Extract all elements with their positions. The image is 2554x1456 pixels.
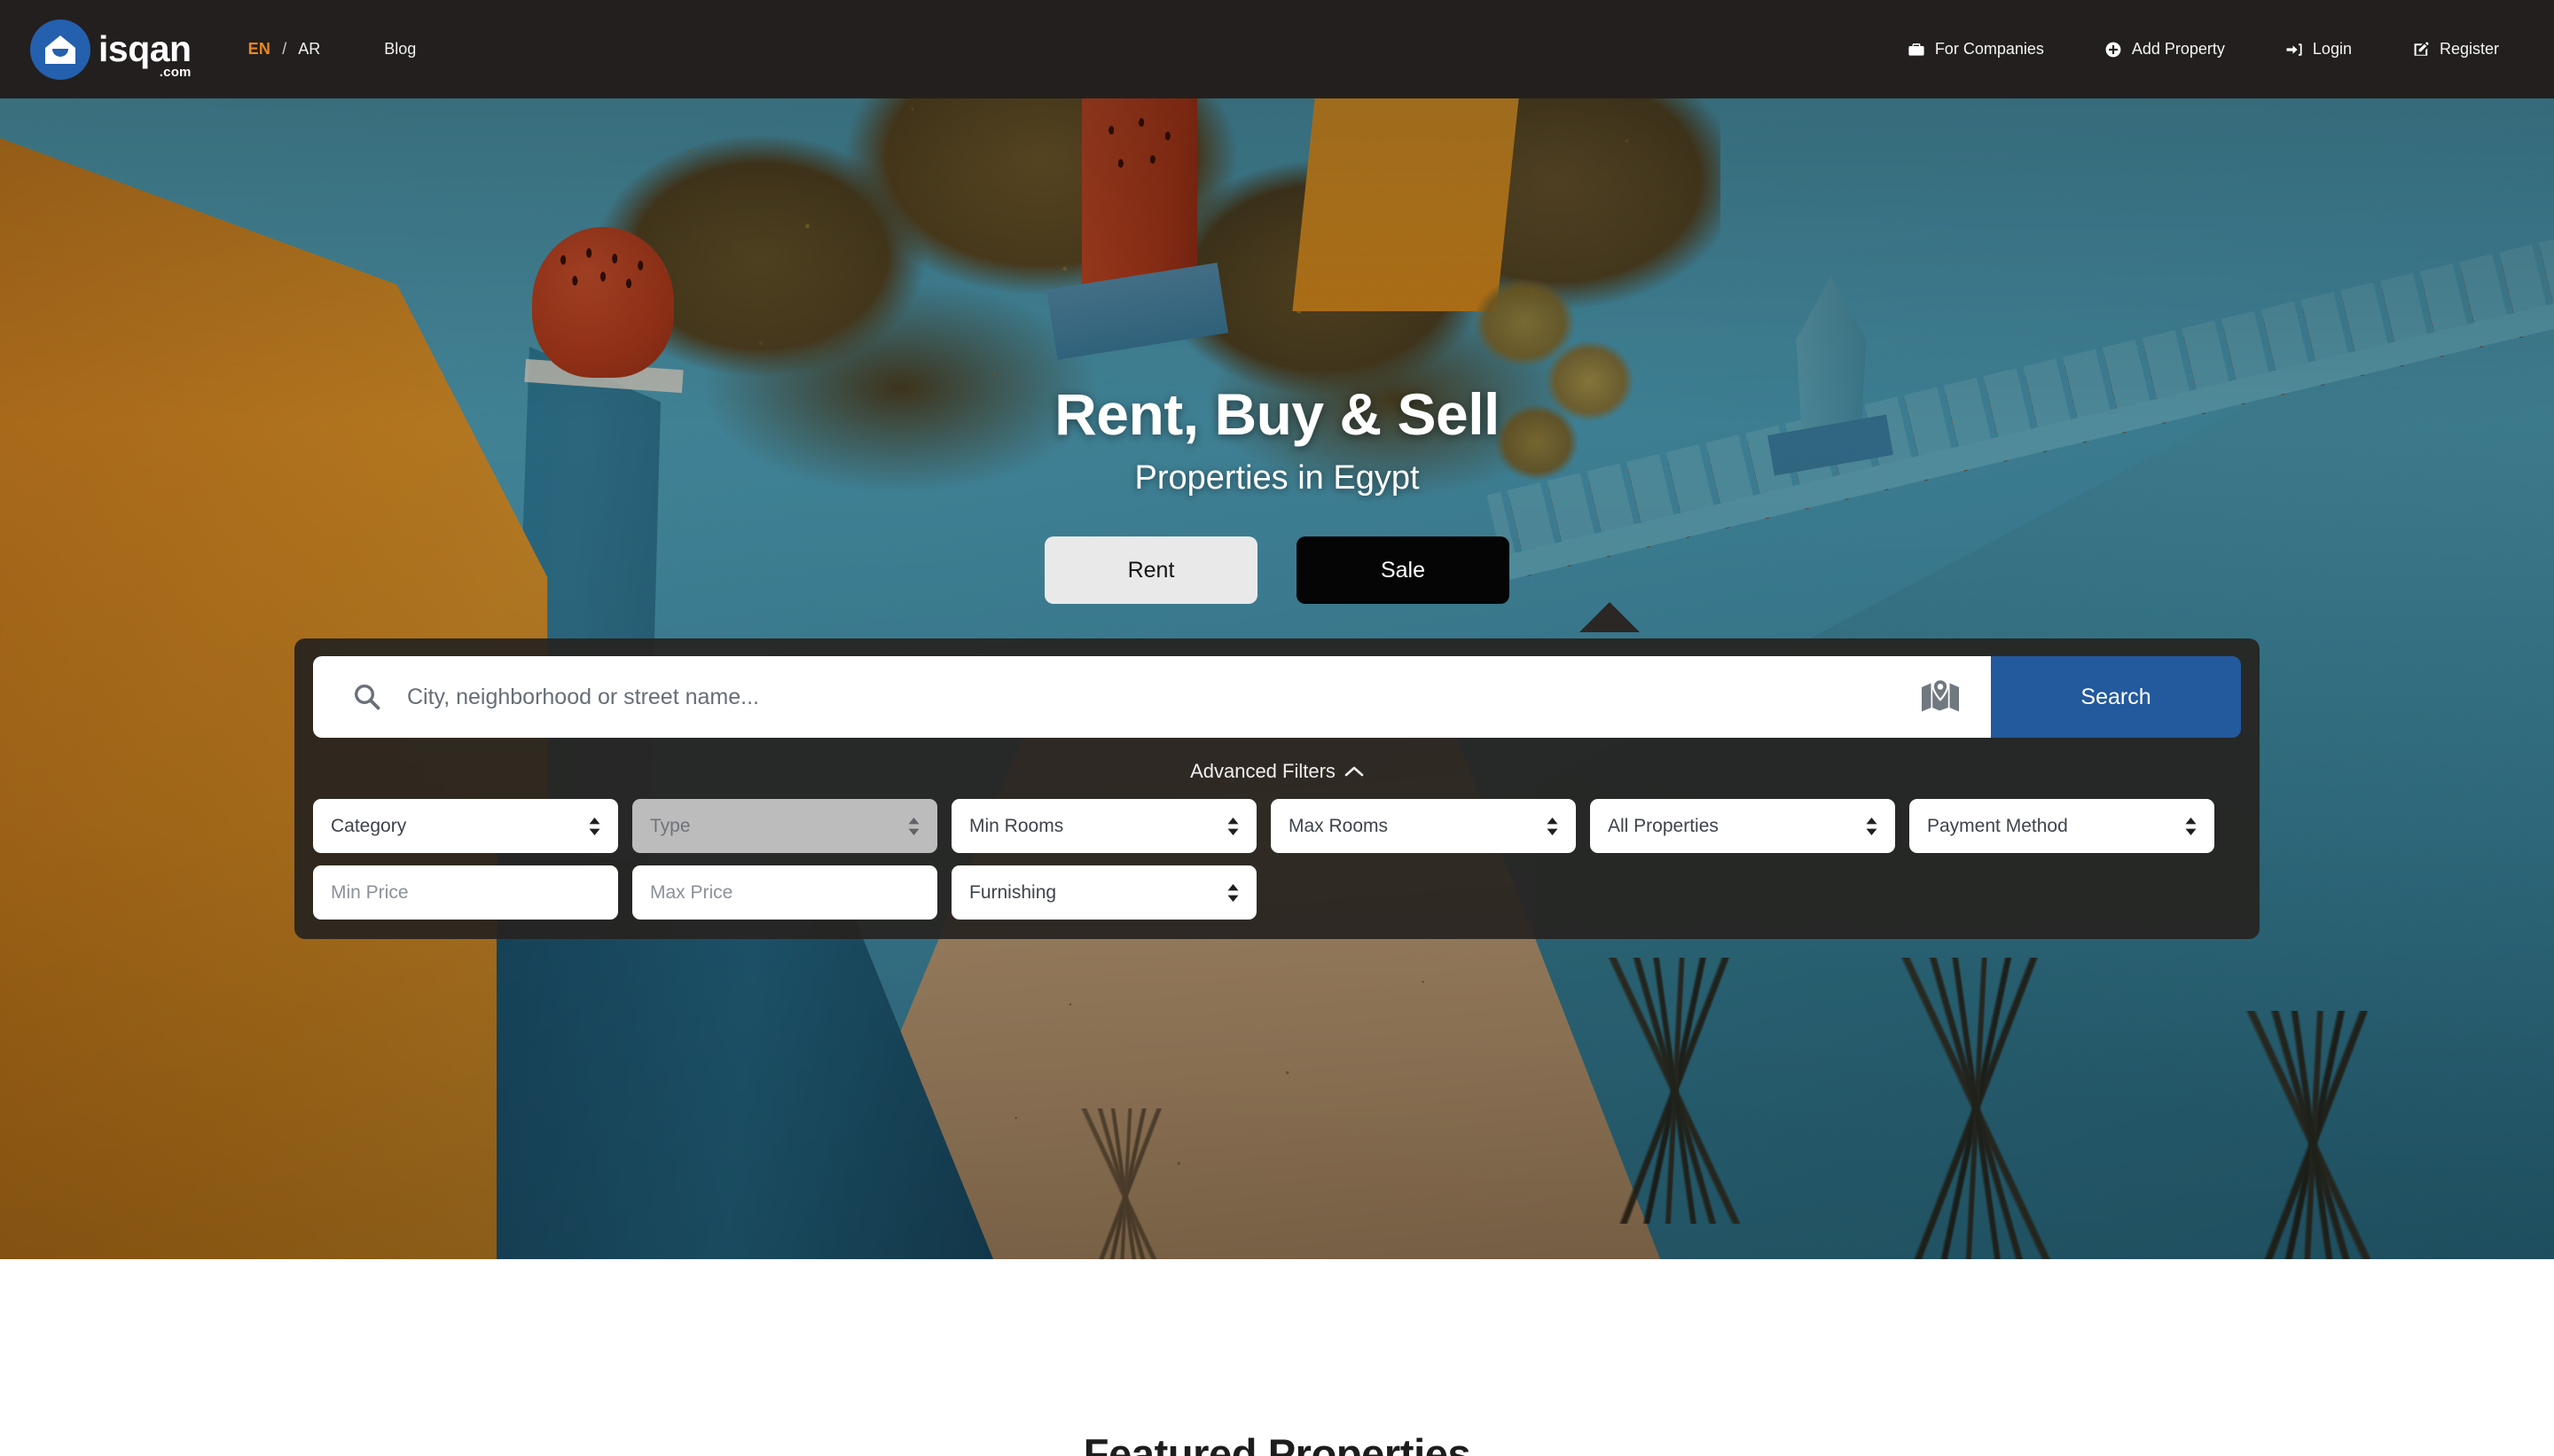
advanced-filters-toggle[interactable]: Advanced Filters — [313, 760, 2241, 783]
filter-type-select: Type — [632, 799, 937, 854]
select-arrows-icon — [1865, 817, 1878, 836]
magnifier-icon — [352, 682, 382, 712]
map-search-button[interactable] — [1890, 656, 1991, 739]
filter-furnishing-select[interactable]: Furnishing — [952, 865, 1257, 920]
filter-max-rooms-select[interactable]: Max Rooms — [1271, 799, 1576, 854]
briefcase-icon — [1908, 41, 1925, 59]
select-arrows-icon — [1226, 817, 1240, 836]
brand-tld: .com — [159, 64, 192, 80]
search-field-wrapper — [313, 656, 1890, 739]
select-arrows-icon — [1546, 817, 1559, 836]
language-ar[interactable]: AR — [298, 40, 320, 59]
nav-item-label: Login — [2312, 40, 2352, 58]
language-switcher[interactable]: EN / AR — [248, 40, 321, 59]
page-subtitle: Properties in Egypt — [1134, 459, 1420, 497]
nav-item-blog[interactable]: Blog — [384, 40, 416, 59]
select-arrows-icon — [588, 817, 601, 836]
filter-label: Type — [650, 815, 691, 836]
filter-all-properties-select[interactable]: All Properties — [1590, 799, 1895, 854]
advanced-filters-label: Advanced Filters — [1190, 760, 1336, 783]
filter-min-price-wrapper[interactable] — [313, 865, 618, 920]
filters-row-2: Furnishing — [313, 865, 2241, 920]
nav-item-label: Register — [2439, 40, 2499, 58]
language-en[interactable]: EN — [248, 40, 271, 59]
header-nav: For Companies Add Property Login Registe… — [1877, 40, 2499, 59]
filter-min-rooms-select[interactable]: Min Rooms — [952, 799, 1257, 854]
filter-label: All Properties — [1608, 815, 1719, 836]
search-button[interactable]: Search — [1991, 656, 2241, 739]
select-arrows-icon — [1226, 883, 1240, 903]
nav-item-add-property[interactable]: Add Property — [2074, 40, 2255, 59]
brand-name: isqan — [98, 28, 192, 70]
advanced-filters-panel: Category Type Min Rooms Max Rooms All Pr… — [313, 799, 2241, 920]
site-header: isqan .com EN / AR Blog For Companies Ad… — [0, 0, 2554, 98]
hero-section: Rent, Buy & Sell Properties in Egypt Ren… — [0, 98, 2554, 1259]
nav-item-label: For Companies — [1934, 40, 2044, 58]
filter-label: Max Rooms — [1289, 815, 1389, 836]
language-separator: / — [282, 40, 287, 58]
listing-mode-toggle: Rent Sale — [1045, 536, 1640, 633]
chevron-up-icon — [1344, 765, 1364, 778]
search-input[interactable] — [407, 684, 1890, 710]
filter-label: Category — [331, 815, 407, 836]
filters-row-1: Category Type Min Rooms Max Rooms All Pr… — [313, 799, 2241, 854]
filter-label: Payment Method — [1927, 815, 2068, 836]
select-arrows-icon — [907, 817, 921, 836]
rent-tab-button[interactable]: Rent — [1045, 536, 1257, 605]
min-price-input[interactable] — [331, 881, 600, 904]
select-arrows-icon — [2184, 817, 2198, 836]
search-panel: Search Advanced Filters Category — [294, 638, 2260, 940]
search-bar: Search — [313, 656, 2241, 739]
map-pin-icon — [1920, 677, 1961, 717]
filter-payment-method-select[interactable]: Payment Method — [1909, 799, 2214, 854]
featured-properties-title: Featured Properties — [1083, 1430, 1471, 1456]
filter-label: Furnishing — [969, 881, 1057, 903]
nav-item-for-companies[interactable]: For Companies — [1877, 40, 2074, 59]
brand-logo[interactable]: isqan .com — [30, 19, 192, 80]
sign-in-icon — [2285, 41, 2303, 59]
active-tab-caret-icon — [1579, 602, 1640, 633]
filter-max-price-wrapper[interactable] — [632, 865, 937, 920]
nav-item-register[interactable]: Register — [2382, 40, 2499, 59]
featured-properties-section: Featured Properties — [0, 1259, 2554, 1456]
nav-item-login[interactable]: Login — [2255, 40, 2382, 59]
pencil-square-icon — [2412, 41, 2430, 59]
page-title: Rent, Buy & Sell — [1054, 381, 1500, 447]
filter-label: Min Rooms — [969, 815, 1064, 836]
sale-tab-button[interactable]: Sale — [1297, 536, 1509, 605]
nav-item-label: Add Property — [2131, 40, 2225, 58]
plus-circle-icon — [2104, 41, 2122, 59]
filter-category-select[interactable]: Category — [313, 799, 618, 854]
house-envelope-icon — [30, 19, 90, 80]
max-price-input[interactable] — [650, 881, 920, 904]
